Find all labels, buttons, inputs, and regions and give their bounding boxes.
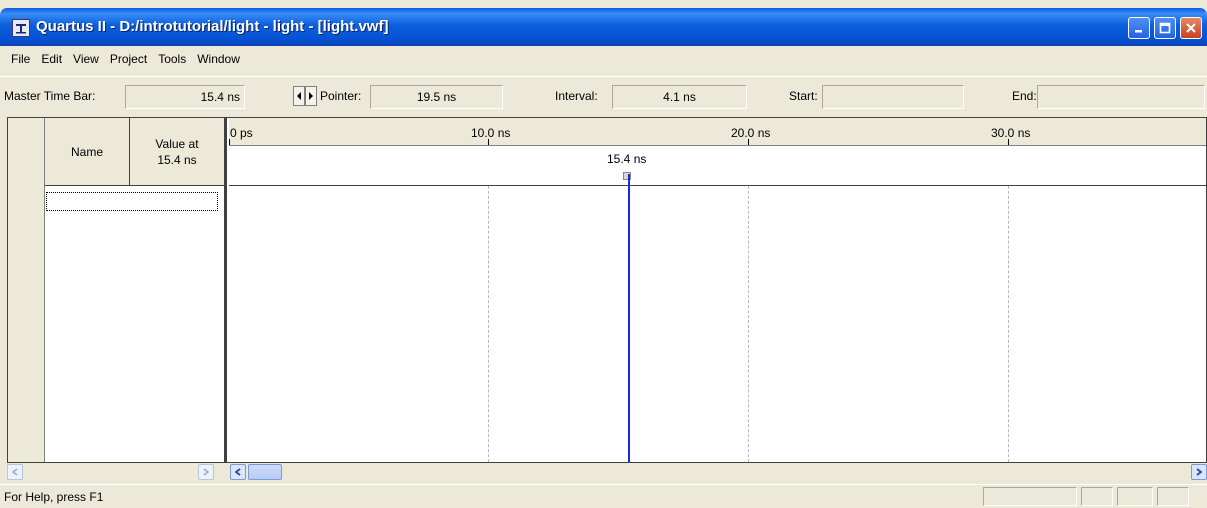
close-button[interactable] — [1180, 17, 1202, 39]
scroll-left-icon — [234, 468, 241, 476]
interval-label: Interval: — [555, 89, 598, 103]
gridline-20 — [748, 186, 749, 462]
left-pane-scroll-left-button[interactable] — [7, 464, 23, 480]
time-bar: Master Time Bar: 15.4 ns Pointer: 19.5 n… — [0, 76, 1207, 116]
menu-bar: File Edit View Project Tools Window — [0, 46, 1207, 72]
tick-label-10: 10.0 ns — [471, 126, 511, 140]
status-bar: For Help, press F1 — [0, 484, 1207, 508]
gridline-30 — [1008, 186, 1009, 462]
pointer-label: Pointer: — [320, 89, 362, 103]
time-ruler-band: 0 ps 10.0 ns 20.0 ns 30.0 ns — [229, 118, 1206, 146]
title-bar: Quartus II - D:/introtutorial/light - li… — [0, 8, 1207, 46]
tick-mark-30 — [1008, 139, 1009, 145]
scroll-left-icon — [11, 468, 18, 476]
tick-label-20: 20.0 ns — [731, 126, 771, 140]
arrow-left-icon — [297, 92, 301, 100]
wave-scroll-right-button[interactable] — [1191, 464, 1207, 480]
waveform-editor: Name Value at 15.4 ns 0 ps 10.0 ns 20.0 … — [7, 117, 1207, 463]
name-column-label: Name — [70, 144, 103, 159]
horizontal-scrollbars — [7, 463, 1207, 481]
name-column-header[interactable]: Name — [45, 118, 130, 186]
interval-value-field: 4.1 ns — [612, 85, 747, 109]
waveform-area[interactable] — [229, 186, 1206, 462]
value-column-label: Value at 15.4 ns — [155, 136, 198, 168]
menu-file[interactable]: File — [6, 52, 36, 66]
tick-label-0: 0 ps — [230, 126, 253, 140]
wave-scroll-thumb[interactable] — [248, 464, 282, 480]
time-bar-next-button[interactable] — [305, 86, 317, 106]
tick-mark-10 — [488, 139, 489, 145]
status-pane-3 — [1117, 487, 1153, 506]
menu-edit[interactable]: Edit — [36, 52, 68, 66]
master-time-cursor-line[interactable] — [628, 174, 630, 462]
end-field[interactable] — [1037, 85, 1205, 109]
close-icon — [1186, 23, 1196, 33]
tick-mark-20 — [748, 139, 749, 145]
status-pane-2 — [1081, 487, 1113, 506]
menu-view[interactable]: View — [68, 52, 105, 66]
quartus-app-icon[interactable] — [12, 19, 30, 37]
minimize-button[interactable] — [1128, 17, 1150, 39]
scroll-right-icon — [203, 468, 210, 476]
tick-mark-0 — [229, 139, 230, 145]
value-column-header[interactable]: Value at 15.4 ns — [130, 118, 227, 186]
gridline-10 — [488, 186, 489, 462]
end-label: End: — [1012, 89, 1037, 103]
scroll-right-icon — [1196, 468, 1203, 476]
window-title: Quartus II - D:/introtutorial/light - li… — [36, 18, 389, 35]
row-header-column — [8, 118, 45, 462]
left-pane-scroll-right-button[interactable] — [198, 464, 214, 480]
master-time-bar-label: Master Time Bar: — [4, 89, 96, 103]
master-time-bar-field[interactable]: 15.4 ns — [125, 85, 245, 109]
value-column-label-line1: Value at — [155, 136, 199, 151]
arrow-right-icon — [309, 92, 313, 100]
status-pane-1 — [983, 487, 1077, 506]
start-field[interactable] — [822, 85, 964, 109]
wave-scroll-left-button[interactable] — [230, 464, 246, 480]
menu-tools[interactable]: Tools — [153, 52, 192, 66]
value-column-label-line2: 15.4 ns — [157, 152, 197, 167]
status-help-text: For Help, press F1 — [4, 490, 104, 504]
tick-label-30: 30.0 ns — [991, 126, 1031, 140]
time-bar-prev-button[interactable] — [293, 86, 305, 106]
maximize-button[interactable] — [1154, 17, 1176, 39]
pointer-value-field: 19.5 ns — [370, 85, 503, 109]
status-pane-4 — [1157, 487, 1189, 506]
master-time-cursor-label: 15.4 ns — [607, 152, 647, 166]
minimize-icon — [1135, 30, 1142, 33]
empty-node-cell[interactable] — [46, 192, 218, 211]
menu-project[interactable]: Project — [105, 52, 153, 66]
start-label: Start: — [789, 89, 818, 103]
menu-window[interactable]: Window — [192, 52, 246, 66]
maximize-icon — [1159, 22, 1171, 34]
node-list[interactable] — [45, 186, 227, 462]
time-ruler[interactable]: 0 ps 10.0 ns 20.0 ns 30.0 ns 15.4 ns — [229, 118, 1206, 186]
